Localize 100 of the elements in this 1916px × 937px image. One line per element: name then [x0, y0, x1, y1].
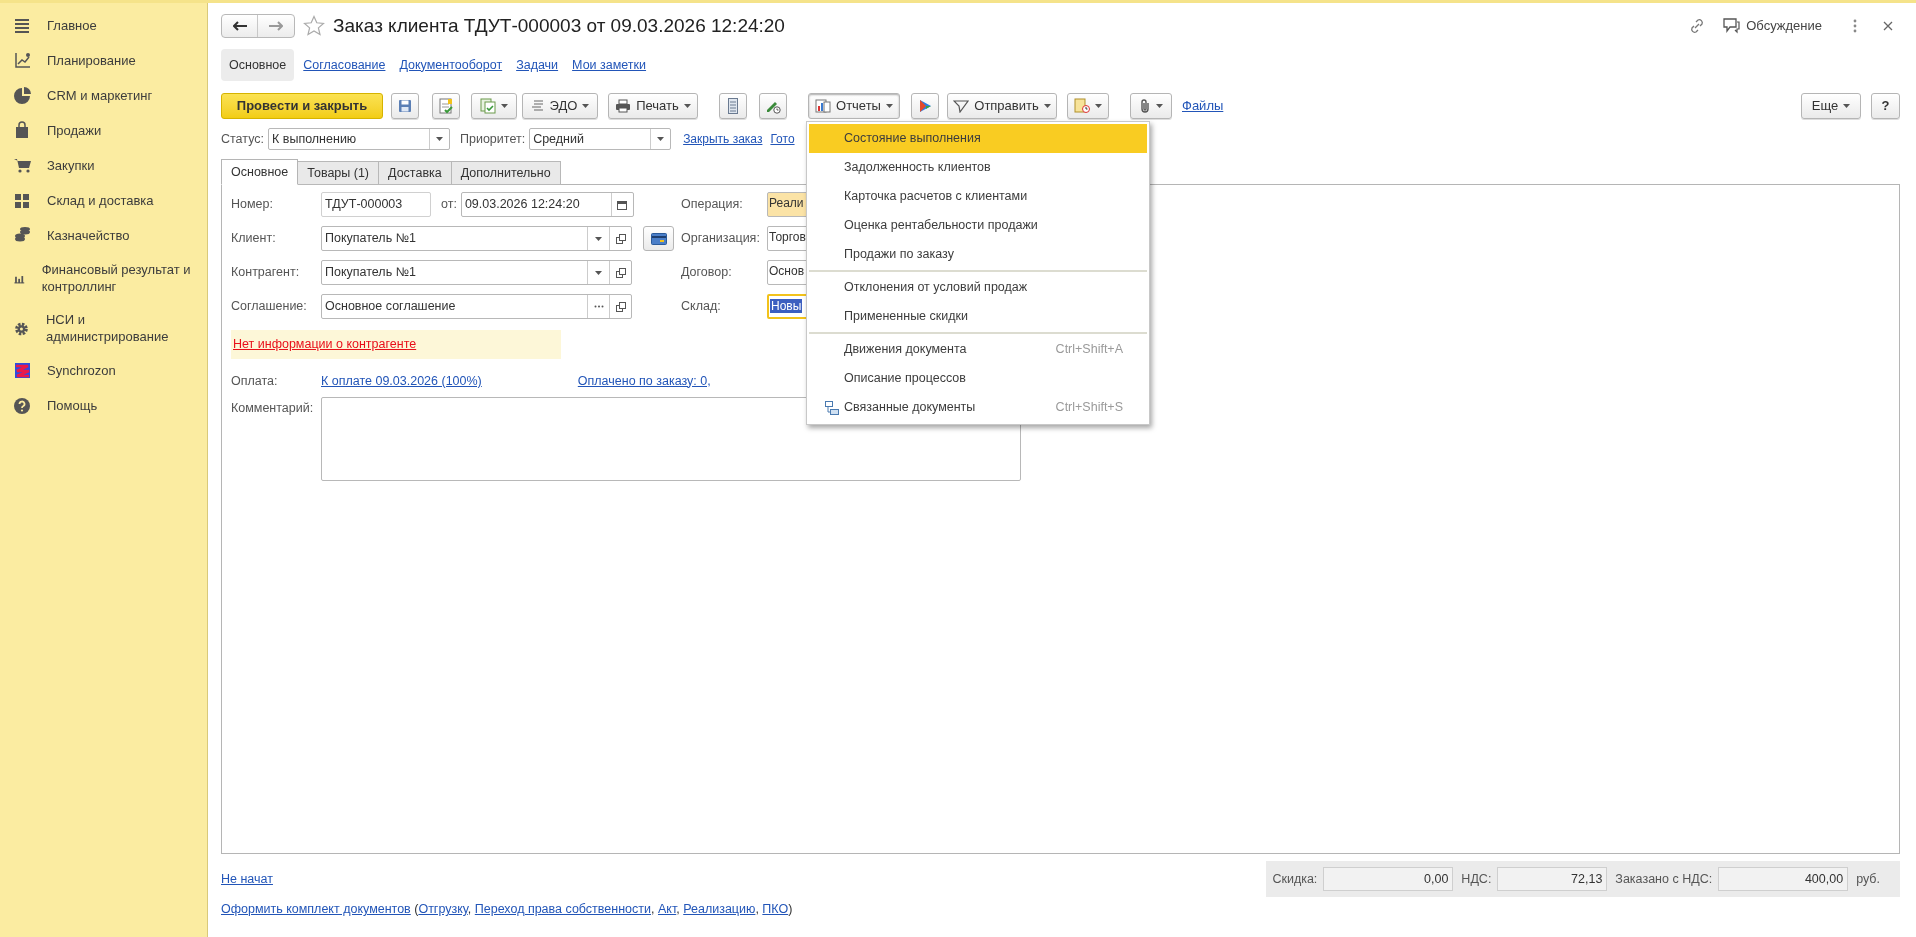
field-label: от:	[441, 196, 457, 214]
nav-tab[interactable]: Документооборот	[394, 49, 508, 81]
save-button[interactable]	[391, 93, 419, 119]
field-label: Статус:	[221, 130, 264, 148]
currency-label: руб.	[1856, 870, 1880, 888]
help-icon[interactable]	[13, 396, 31, 415]
calculator-button[interactable]	[719, 93, 747, 119]
post-and-close-button[interactable]: Провести и закрыть	[221, 93, 383, 119]
number-field[interactable]: ТДУТ-000003	[321, 192, 431, 217]
nav-tab[interactable]: Задачи	[511, 49, 564, 81]
sidebar-item[interactable]: Финансовый результат и контроллинг	[41, 261, 201, 295]
field-label: Организация:	[681, 230, 761, 248]
linked-documents-icon	[825, 400, 839, 415]
sidebar-item[interactable]: Казначейство	[47, 227, 130, 244]
sidebar-item[interactable]: Склад и доставка	[47, 192, 154, 209]
printer-icon	[615, 99, 632, 113]
open-window-icon	[615, 267, 626, 278]
calendar-icon	[617, 199, 628, 210]
nav-tab[interactable]: Мои заметки	[567, 49, 652, 81]
field-label: Договор:	[681, 264, 733, 282]
client-field[interactable]: Покупатель №1	[321, 226, 632, 251]
logo-icon[interactable]	[13, 361, 31, 380]
agreement-field[interactable]: Основное соглашение	[321, 294, 632, 319]
document-link[interactable]: Отгрузку	[418, 902, 468, 916]
exchange-icon	[530, 99, 545, 113]
documents-line: Оформить комплект документов (Отгрузку, Переход права собственности, Акт, Реализацию, ПКО)	[221, 901, 794, 918]
field-label: Клиент:	[231, 230, 277, 248]
more-options-icon[interactable]	[1852, 18, 1858, 34]
send-icon	[953, 99, 970, 113]
tasks-button[interactable]	[1067, 93, 1109, 119]
paid-link[interactable]: Оплачено по заказу: 0,	[577, 371, 711, 391]
back-arrow-icon	[232, 21, 247, 31]
reports-button[interactable]: Отчеты	[808, 93, 900, 119]
comment-field[interactable]	[321, 397, 1021, 481]
star-icon[interactable]	[303, 15, 325, 37]
cart-icon[interactable]	[13, 156, 31, 175]
help-button[interactable]: ?	[1871, 93, 1900, 119]
grid-icon[interactable]	[13, 191, 31, 210]
form-tab[interactable]: Дополнительно	[451, 161, 561, 185]
counterparty-field[interactable]: Покупатель №1	[321, 260, 632, 285]
documents-link[interactable]: Оформить комплект документов	[221, 902, 411, 916]
post-button[interactable]	[432, 93, 460, 119]
dropdown-icon	[657, 137, 665, 141]
nav-tab[interactable]: Согласование	[298, 49, 391, 81]
action-link[interactable]: Гото	[770, 130, 795, 148]
caret-icon	[683, 104, 691, 108]
chart-icon[interactable]	[13, 51, 31, 70]
status-field[interactable]: К выполнению	[268, 128, 450, 150]
caret-icon	[1095, 104, 1102, 108]
attach-button[interactable]	[1130, 93, 1172, 119]
dropdown-icon	[436, 137, 443, 141]
discussion-button[interactable]: Обсуждение	[1722, 16, 1822, 36]
sidebar-item[interactable]: Продажи	[47, 122, 102, 139]
client-card-button[interactable]	[643, 226, 674, 251]
edo-button[interactable]: ЭДО	[522, 93, 598, 119]
menu-item[interactable]: Состояние выполнения	[809, 124, 1147, 153]
form-tab[interactable]: Доставка	[379, 161, 452, 185]
paperclip-icon	[1139, 98, 1151, 114]
documents-icon	[480, 98, 496, 114]
total-label: Скидка:	[1272, 870, 1318, 888]
sidebar-item[interactable]: Планирование	[47, 52, 136, 69]
more-button[interactable]: Еще	[1801, 93, 1861, 119]
document-clock-icon	[1074, 98, 1090, 114]
sidebar-item[interactable]: Помощь	[47, 397, 98, 414]
files-link[interactable]: Файлы	[1182, 96, 1224, 116]
window-title: Заказ клиента ТДУТ-000003 от 09.03.2026 12:24:20	[333, 13, 785, 38]
close-icon[interactable]	[1882, 20, 1894, 32]
field-label: Соглашение:	[231, 298, 308, 316]
caret-icon	[501, 104, 508, 108]
bag-icon[interactable]	[13, 121, 31, 140]
sidebar-item[interactable]: Synchrozon	[47, 362, 116, 379]
state-link[interactable]: Не начат	[221, 869, 273, 889]
sign-button[interactable]	[759, 93, 787, 119]
nav-tab[interactable]: Основное	[221, 49, 295, 81]
form-tab[interactable]: Товары (1)	[298, 161, 380, 185]
action-link[interactable]: Закрыть заказ	[683, 130, 763, 148]
field-label: Комментарий:	[231, 400, 315, 417]
run-button[interactable]	[911, 93, 939, 119]
sidebar-item[interactable]: Закупки	[47, 157, 95, 174]
sidebar-item[interactable]: CRM и маркетинг	[47, 87, 153, 104]
priority-field[interactable]: Средний	[529, 128, 672, 150]
field-label: Контрагент:	[231, 264, 301, 282]
payment-link[interactable]: К оплате 09.03.2026 (100%)	[321, 371, 482, 391]
sidebar-item[interactable]: НСИ и администрирование	[45, 311, 201, 345]
field-label: Операция:	[681, 196, 744, 214]
date-field[interactable]: 09.03.2026 12:24:20	[460, 192, 634, 217]
field-label: Склад:	[681, 298, 722, 316]
caret-icon	[582, 104, 590, 108]
sidebar-item[interactable]: Главное	[47, 17, 97, 34]
caret-icon	[1043, 104, 1051, 108]
pie-chart-icon[interactable]	[13, 86, 31, 105]
field-label: Приоритет:	[460, 130, 526, 148]
send-button[interactable]: Отправить	[947, 93, 1057, 119]
menu-icon[interactable]	[13, 16, 31, 35]
print-button[interactable]: Печать	[608, 93, 698, 119]
document-link[interactable]: ПКО	[762, 902, 789, 916]
document-link[interactable]: Переход права собственности	[474, 902, 651, 916]
form-tab[interactable]: Основное	[221, 159, 299, 185]
open-window-icon	[615, 301, 626, 312]
dropdown-icon	[595, 270, 602, 275]
